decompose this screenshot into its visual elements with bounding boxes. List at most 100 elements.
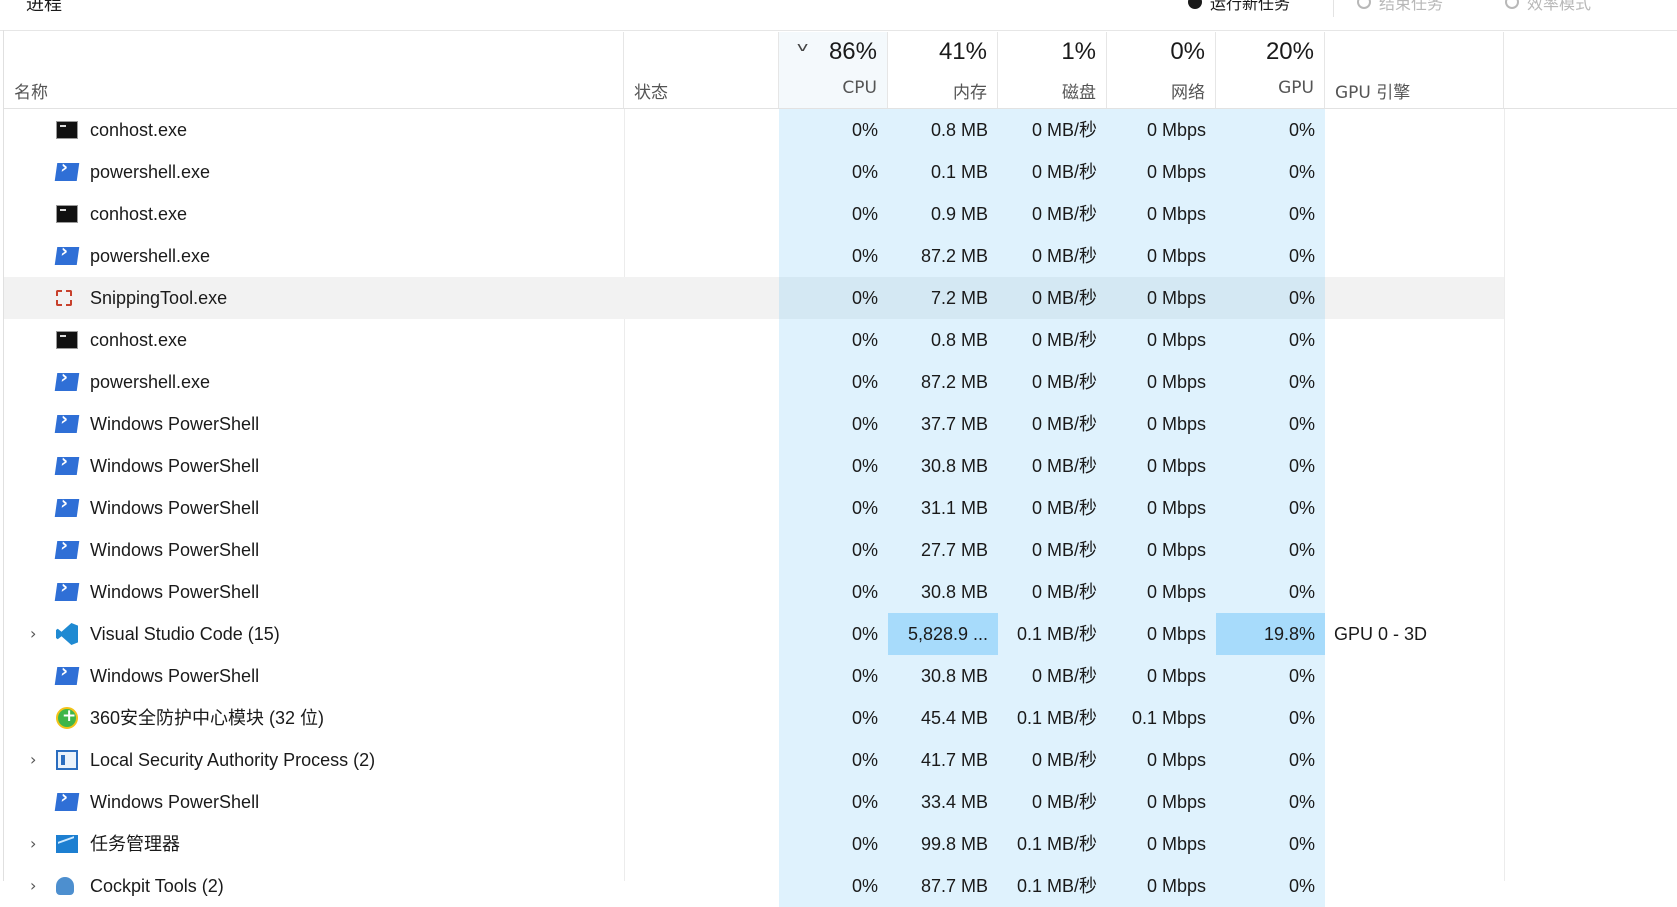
table-row[interactable]: Windows PowerShell0%30.8 MB0 MB/秒0 Mbps0…: [4, 655, 1504, 697]
memory-value: 0.8 MB: [888, 109, 998, 151]
table-row[interactable]: Visual Studio Code (15) › 0% 5,828.9 ... 0.1…: [4, 613, 1504, 655]
table-row[interactable]: 任务管理器 › 0% 99.8 MB 0.1 MB/秒 0 Mbps 0%: [4, 823, 1504, 865]
column-name[interactable]: 名称: [4, 32, 624, 108]
memory-value: 30.8 MB: [888, 655, 998, 697]
powershell-icon: [54, 793, 80, 811]
process-status: [624, 739, 779, 781]
cpu-value: 0%: [779, 529, 888, 571]
table-row[interactable]: Local Security Authority Process (2) › 0% 4…: [4, 739, 1504, 781]
network-value: 0 Mbps: [1107, 109, 1216, 151]
table-row[interactable]: Windows PowerShell0%30.8 MB0 MB/秒0 Mbps0…: [4, 571, 1504, 613]
cpu-value: 0%: [779, 277, 888, 319]
gpu-value: 0%: [1216, 487, 1325, 529]
toolbar-divider: [1333, 0, 1334, 17]
process-status: [624, 193, 779, 235]
snipping-tool-icon: [56, 290, 72, 306]
memory-value: 0.1 MB: [888, 151, 998, 193]
network-value: 0.1 Mbps: [1107, 697, 1216, 739]
table-row[interactable]: conhost.exe 0% 0.8 MB 0 MB/秒 0 Mbps 0%: [4, 109, 1504, 151]
memory-value: 99.8 MB: [888, 823, 998, 865]
table-row[interactable]: powershell.exe0%0.1 MB0 MB/秒0 Mbps0%: [4, 151, 1504, 193]
table-row[interactable]: powershell.exe0%87.2 MB0 MB/秒0 Mbps0%: [4, 361, 1504, 403]
memory-value: 30.8 MB: [888, 445, 998, 487]
table-row[interactable]: Cockpit Tools (2) › 0% 87.7 MB 0.1 MB/秒 0 Mbp…: [4, 865, 1504, 907]
column-name-label: 名称: [14, 83, 48, 103]
expand-chevron-icon[interactable]: ›: [30, 823, 36, 865]
expand-chevron-icon[interactable]: ›: [30, 613, 36, 655]
memory-value: 87.7 MB: [888, 865, 998, 907]
gpu-value: 0%: [1216, 571, 1325, 613]
gpu-value: 0%: [1216, 109, 1325, 151]
disk-value: 0 MB/秒: [998, 655, 1107, 697]
disk-value: 0 MB/秒: [998, 445, 1107, 487]
cpu-column-label: CPU: [842, 78, 877, 98]
table-row[interactable]: SnippingTool.exe 0% 7.2 MB 0 MB/秒 0 Mbps 0%: [4, 277, 1504, 319]
process-name: Windows PowerShell: [90, 792, 260, 812]
360-security-icon: [56, 706, 78, 729]
gpu-engine-value: [1325, 571, 1504, 613]
powershell-icon: [54, 583, 80, 601]
table-row[interactable]: conhost.exe 0% 0.8 MB 0 MB/秒 0 Mbps 0%: [4, 319, 1504, 361]
gpu-value: 0%: [1216, 697, 1325, 739]
cpu-value: 0%: [779, 823, 888, 865]
disk-value: 0 MB/秒: [998, 193, 1107, 235]
powershell-icon: [54, 457, 80, 475]
process-status: [624, 487, 779, 529]
disk-value: 0 MB/秒: [998, 277, 1107, 319]
process-status: [624, 529, 779, 571]
process-status: [624, 445, 779, 487]
expand-chevron-icon[interactable]: ›: [30, 739, 36, 781]
powershell-icon: [54, 415, 80, 433]
memory-value: 30.8 MB: [888, 571, 998, 613]
column-cpu[interactable]: v 86% CPU: [779, 32, 888, 108]
table-row[interactable]: Windows PowerShell0%30.8 MB0 MB/秒0 Mbps0…: [4, 445, 1504, 487]
process-name: Cockpit Tools (2): [90, 876, 224, 896]
gpu-value: 0%: [1216, 529, 1325, 571]
cpu-value: 0%: [779, 781, 888, 823]
console-icon: [56, 331, 78, 349]
table-row[interactable]: Windows PowerShell0%33.4 MB0 MB/秒0 Mbps0…: [4, 781, 1504, 823]
network-value: 0 Mbps: [1107, 781, 1216, 823]
gpu-engine-value: [1325, 109, 1504, 151]
table-row[interactable]: Windows PowerShell0%27.7 MB0 MB/秒0 Mbps0…: [4, 529, 1504, 571]
process-status: [624, 403, 779, 445]
process-name: Windows PowerShell: [90, 582, 260, 602]
powershell-icon: [54, 499, 80, 517]
cpu-value: 0%: [779, 445, 888, 487]
column-disk[interactable]: 1% 磁盘: [998, 32, 1107, 108]
table-row[interactable]: Windows PowerShell0%37.7 MB0 MB/秒0 Mbps0…: [4, 403, 1504, 445]
divider-engine-end: [1504, 109, 1505, 881]
process-name: powershell.exe: [90, 162, 211, 182]
process-status: [624, 277, 779, 319]
disk-value: 0.1 MB/秒: [998, 865, 1107, 907]
gpu-value: 0%: [1216, 823, 1325, 865]
network-value: 0 Mbps: [1107, 865, 1216, 907]
gpu-value: 0%: [1216, 277, 1325, 319]
disk-total-percent: 1%: [1061, 38, 1096, 65]
column-memory[interactable]: 41% 内存: [888, 32, 998, 108]
powershell-icon: [54, 667, 80, 685]
table-row[interactable]: 360安全防护中心模块 (32 位)0%45.4 MB0.1 MB/秒0.1 M…: [4, 697, 1504, 739]
end-task-button[interactable]: 结束任务: [1357, 0, 1443, 14]
column-gpu-engine[interactable]: GPU 引擎: [1325, 32, 1504, 108]
process-name: Visual Studio Code (15): [90, 624, 280, 644]
process-name: Windows PowerShell: [90, 498, 260, 518]
memory-total-percent: 41%: [938, 38, 987, 65]
process-status: [624, 151, 779, 193]
disk-value: 0 MB/秒: [998, 781, 1107, 823]
column-status[interactable]: 状态: [624, 32, 779, 108]
vertical-scrollbar[interactable]: [1667, 109, 1677, 881]
table-row[interactable]: powershell.exe0%87.2 MB0 MB/秒0 Mbps0%: [4, 235, 1504, 277]
table-row[interactable]: Windows PowerShell0%31.1 MB0 MB/秒0 Mbps0…: [4, 487, 1504, 529]
run-new-task-button[interactable]: 运行新任务: [1188, 0, 1290, 14]
cpu-value: 0%: [779, 193, 888, 235]
column-gpu[interactable]: 20% GPU: [1216, 32, 1325, 108]
table-row[interactable]: conhost.exe 0% 0.9 MB 0 MB/秒 0 Mbps 0%: [4, 193, 1504, 235]
network-value: 0 Mbps: [1107, 361, 1216, 403]
expand-chevron-icon[interactable]: ›: [30, 865, 36, 907]
memory-value: 0.8 MB: [888, 319, 998, 361]
run-new-task-label: 运行新任务: [1210, 0, 1291, 13]
column-network[interactable]: 0% 网络: [1107, 32, 1216, 108]
memory-value: 27.7 MB: [888, 529, 998, 571]
efficiency-mode-button[interactable]: 效率模式: [1505, 0, 1591, 14]
